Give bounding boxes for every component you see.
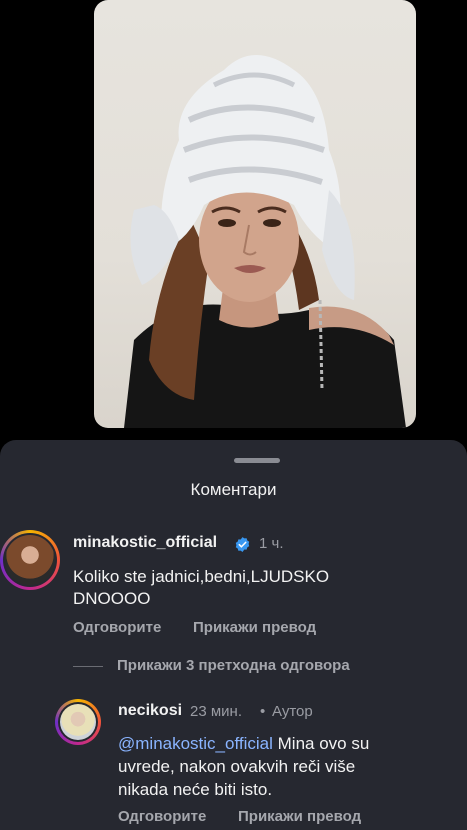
avatar[interactable] xyxy=(0,530,60,590)
reply-time: 23 мин. xyxy=(190,703,242,720)
reply-text-rest: Mina ovo su xyxy=(272,734,370,753)
post-photo[interactable] xyxy=(94,0,416,428)
reply-button[interactable]: Одговорите xyxy=(73,619,161,636)
comment-time: 1 ч. xyxy=(259,535,284,552)
mention-link[interactable]: @minakostic_official xyxy=(118,734,273,753)
screen: Коментари minakostic_official 1 ч. Kolik… xyxy=(0,0,467,830)
sheet-drag-handle[interactable] xyxy=(234,458,280,463)
reply-text-line1: @minakostic_official Mina ovo su xyxy=(118,733,369,755)
portrait-illustration xyxy=(124,55,406,428)
comment-text-line2: DNOOOO xyxy=(73,589,151,608)
reply-text-line2: uvrede, nakon ovakvih reči više xyxy=(118,757,356,776)
show-replies-button[interactable]: Прикажи 3 претходна одговора xyxy=(117,657,350,674)
post-media-area xyxy=(0,0,467,440)
reply-username[interactable]: necikosi xyxy=(118,702,182,720)
comment-username[interactable]: minakostic_official xyxy=(73,534,217,552)
verified-badge-icon xyxy=(235,537,250,552)
show-translation-button[interactable]: Прикажи превод xyxy=(193,619,316,636)
author-label: Аутор xyxy=(272,703,313,720)
sheet-title: Коментари xyxy=(190,480,277,499)
reply-text-line3: nikada neće biti isto. xyxy=(118,780,273,799)
comment-text-line1: Koliko ste jadnici,bedni,LJUDSKO xyxy=(73,567,330,586)
reply-separator: • xyxy=(260,703,266,720)
reply-reply-button[interactable]: Одговорите xyxy=(118,808,206,825)
avatar[interactable] xyxy=(55,699,101,745)
reply-translation-button[interactable]: Прикажи превод xyxy=(238,808,361,825)
replies-divider xyxy=(73,666,103,667)
